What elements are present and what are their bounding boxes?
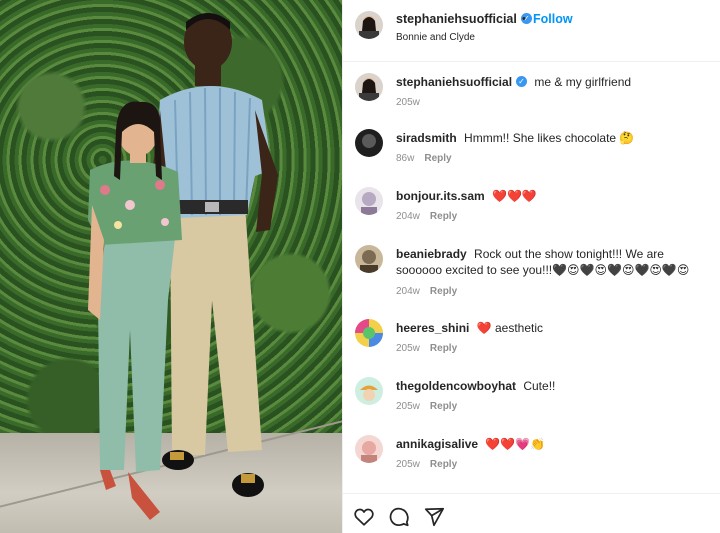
reply-button[interactable]: Reply [430, 459, 457, 470]
header-separator: • [522, 13, 526, 25]
comment-item: bonjour.its.sam ❤️❤️❤️ 204w Reply [343, 181, 720, 233]
comment-body: annikagisalive ❤️❤️💗👏 [396, 436, 706, 452]
reply-button[interactable]: Reply [430, 343, 457, 354]
photo-people-illustration [88, 13, 278, 520]
commenter-avatar[interactable] [355, 435, 383, 463]
comment-username[interactable]: bonjour.its.sam [396, 189, 485, 203]
commenter-avatar[interactable] [355, 187, 383, 215]
comment-time: 204w [396, 211, 420, 222]
comment-meta: 205w Reply [396, 459, 457, 470]
comment-item: siradsmith Hmmm!! She likes chocolate 🤔 … [343, 123, 720, 175]
comment-text: ❤️❤️❤️ [492, 189, 537, 203]
verified-badge-icon: ✓ [516, 76, 528, 88]
comment-username[interactable]: stephaniehsuofficial ✓ [396, 75, 528, 89]
comment-meta: 205w Reply [396, 343, 457, 354]
comment-body: bonjour.its.sam ❤️❤️❤️ [396, 188, 706, 204]
comment-time: 205w [396, 401, 420, 412]
author-username[interactable]: stephaniehsuofficial ✓ [396, 12, 532, 26]
comment-text: ❤️❤️💗👏 [485, 437, 546, 451]
comment-body: thegoldencowboyhat Cute!! [396, 378, 706, 394]
post-photo[interactable] [0, 0, 342, 533]
comment-username[interactable]: thegoldencowboyhat [396, 379, 516, 393]
reply-button[interactable]: Reply [430, 211, 457, 222]
commenter-avatar[interactable] [355, 245, 383, 273]
post-header: stephaniehsuofficial ✓ • Follow Bonnie an… [343, 0, 720, 62]
comment-body: siradsmith Hmmm!! She likes chocolate 🤔 [396, 130, 706, 146]
comment-item: heeres_shini ❤️ aesthetic 205w Reply [343, 313, 720, 365]
comment-meta: 205w Reply [396, 401, 457, 412]
comment-text: me & my girlfriend [534, 75, 632, 89]
comment-username[interactable]: beaniebrady [396, 247, 467, 261]
comment-item: annikagisalive ❤️❤️💗👏 205w Reply [343, 429, 720, 481]
comment-icon[interactable] [388, 506, 410, 528]
comment-meta: 205w [396, 97, 420, 108]
author-avatar[interactable] [355, 11, 383, 39]
comment-text: ❤️ aesthetic [476, 321, 544, 335]
commenter-avatar[interactable] [355, 73, 383, 101]
comment-time: 205w [396, 97, 420, 108]
follow-button[interactable]: Follow [533, 12, 573, 26]
comment-meta: 204w Reply [396, 286, 457, 297]
commenter-avatar[interactable] [355, 319, 383, 347]
comment-time: 86w [396, 153, 415, 164]
share-icon[interactable] [423, 506, 445, 528]
comment-meta: 204w Reply [396, 211, 457, 222]
reply-button[interactable]: Reply [424, 153, 451, 164]
reply-button[interactable]: Reply [430, 401, 457, 412]
comment-username[interactable]: annikagisalive [396, 437, 478, 451]
comment-item: beaniebrady Rock out the show tonight!!!… [343, 239, 720, 305]
comment-body: stephaniehsuofficial ✓ me & my girlfriend [396, 74, 706, 90]
reply-button[interactable]: Reply [430, 286, 457, 297]
commenter-avatar[interactable] [355, 377, 383, 405]
commenter-avatar[interactable] [355, 129, 383, 157]
comment-body: heeres_shini ❤️ aesthetic [396, 320, 706, 336]
comment-time: 204w [396, 286, 420, 297]
heart-icon[interactable] [353, 506, 375, 528]
comment-username[interactable]: siradsmith [396, 131, 457, 145]
comment-text: Hmmm!! She likes chocolate 🤔 [464, 131, 635, 145]
comment-item: thegoldencowboyhat Cute!! 205w Reply [343, 371, 720, 423]
comment-body: beaniebrady Rock out the show tonight!!!… [396, 246, 706, 278]
post-action-bar [343, 493, 720, 533]
comments-list[interactable]: stephaniehsuofficial ✓ me & my girlfriend… [343, 63, 720, 493]
caption-item: stephaniehsuofficial ✓ me & my girlfriend… [343, 67, 720, 119]
comment-text: Cute!! [523, 379, 556, 393]
comment-meta: 86w Reply [396, 153, 452, 164]
comment-time: 205w [396, 459, 420, 470]
post-location[interactable]: Bonnie and Clyde [396, 32, 475, 43]
post-side-panel: stephaniehsuofficial ✓ • Follow Bonnie an… [343, 0, 720, 533]
comment-username[interactable]: heeres_shini [396, 321, 469, 335]
comment-time: 205w [396, 343, 420, 354]
